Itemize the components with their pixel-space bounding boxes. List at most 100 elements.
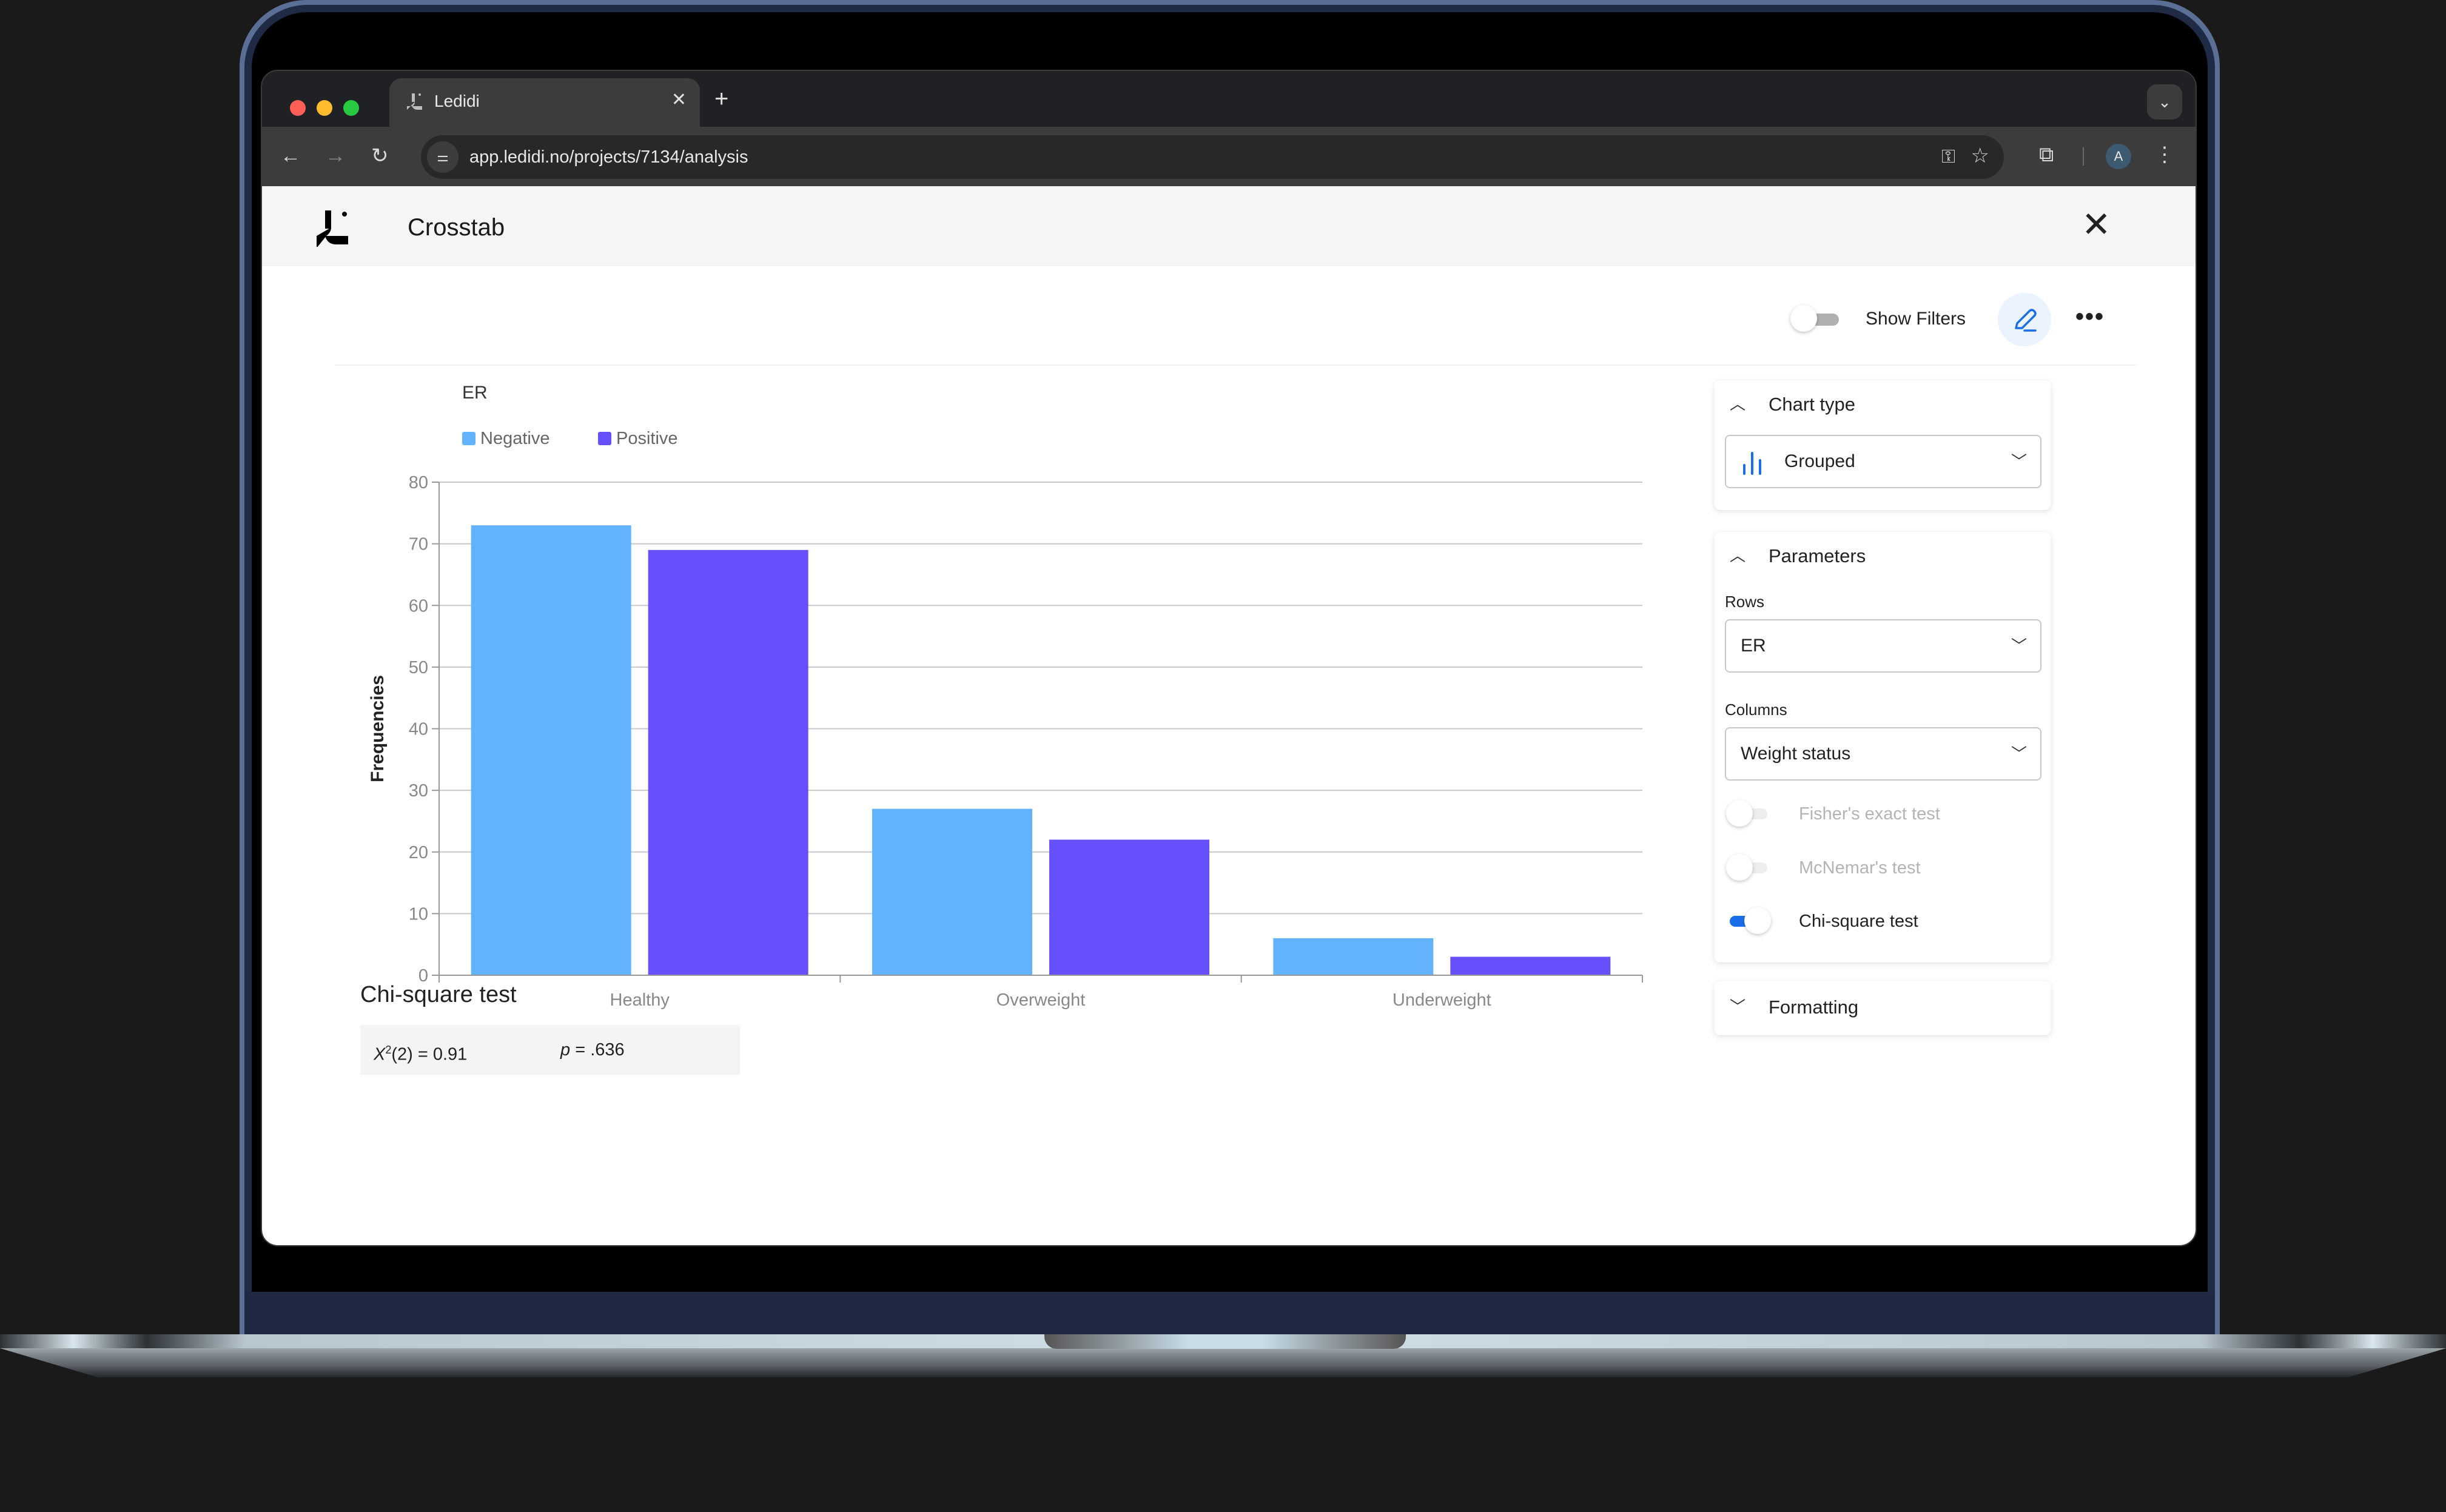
- chevron-down-icon: ﹀: [2011, 637, 2027, 655]
- chevron-up-icon[interactable]: ︿: [1730, 394, 1745, 414]
- browser-tab[interactable]: Ledidi ✕: [389, 78, 700, 127]
- fishers-exact-test-label: Fisher's exact test: [1799, 804, 1940, 824]
- columns-label: Columns: [1725, 701, 1787, 719]
- y-tick-label: 60: [409, 596, 428, 616]
- page-title: Crosstab: [408, 214, 505, 241]
- legend-swatch-positive: [598, 432, 611, 445]
- chi-square-result: X2(2) = 0.91 p = .636: [360, 1025, 740, 1075]
- bars: [471, 525, 1611, 975]
- formatting-title[interactable]: Formatting: [1769, 995, 1858, 1020]
- chi-symbol: X: [374, 1044, 386, 1064]
- p-value: p = .636: [560, 1038, 625, 1061]
- chart-type-select[interactable]: Grouped ﹀: [1725, 435, 2041, 488]
- ledidi-logo-icon: [317, 210, 348, 247]
- legend-label-positive: Positive: [616, 429, 678, 448]
- bar-overweight-positive: [1049, 839, 1209, 975]
- formatting-card[interactable]: ﹀ Formatting: [1714, 981, 2051, 1035]
- edit-button[interactable]: [1998, 293, 2051, 346]
- divider: [335, 365, 2136, 366]
- pencil-icon: [2015, 309, 2037, 332]
- maximize-window-button[interactable]: [343, 100, 359, 116]
- parameters-title[interactable]: Parameters: [1769, 544, 1866, 568]
- menu-icon[interactable]: ⋮: [2154, 141, 2175, 168]
- y-axis-label: Frequencies: [368, 675, 388, 782]
- bar-healthy-negative: [471, 525, 631, 975]
- y-tick-label: 70: [409, 535, 428, 554]
- chevron-down-icon: ﹀: [2011, 745, 2027, 763]
- x-tick-label: Underweight: [1393, 990, 1491, 1010]
- y-tick-label: 40: [409, 720, 428, 739]
- bar-chart-icon: [1743, 452, 1761, 475]
- y-tick-label: 30: [409, 781, 428, 801]
- parameters-card: ︿ Parameters Rows ER ﹀ Columns Weight st…: [1714, 532, 2051, 963]
- legend-title: ER: [462, 383, 488, 403]
- chi-square-value: X2(2) = 0.91: [374, 1038, 467, 1066]
- p-symbol: p: [560, 1040, 571, 1060]
- tab-search-icon[interactable]: ⌄: [2147, 84, 2182, 119]
- toggle-knob: [1790, 305, 1817, 332]
- y-tick-label: 50: [409, 658, 428, 677]
- profile-avatar[interactable]: A: [2106, 144, 2131, 169]
- more-options-icon[interactable]: •••: [2075, 301, 2105, 332]
- app-content: Crosstab ✕ Show Filters ••• ER Negative P…: [262, 186, 2196, 1245]
- show-filters-label: Show Filters: [1866, 309, 1966, 329]
- toggle-knob: [1726, 800, 1753, 827]
- show-filters-toggle[interactable]: [1790, 305, 1841, 333]
- bar-overweight-negative: [872, 808, 1032, 975]
- forward-icon[interactable]: →: [325, 143, 346, 169]
- chart-type-title[interactable]: Chart type: [1769, 392, 1855, 417]
- y-tick-label: 80: [409, 473, 428, 492]
- legend: Negative Positive: [462, 429, 678, 448]
- chi-square-test-label: Chi-square test: [1799, 912, 1918, 931]
- x-tick-label: Healthy: [610, 990, 670, 1010]
- stats-title: Chi-square test: [360, 982, 517, 1007]
- bar-healthy-positive: [648, 549, 808, 975]
- app-header: Crosstab ✕: [262, 186, 2196, 266]
- mcnemars-test-label: McNemar's test: [1799, 858, 1921, 878]
- ledidi-favicon-icon: [407, 93, 422, 110]
- new-tab-icon[interactable]: +: [714, 86, 728, 112]
- rows-select[interactable]: ER ﹀: [1725, 619, 2041, 673]
- star-icon[interactable]: ☆: [1971, 143, 1989, 169]
- site-info-icon[interactable]: ⚌: [427, 141, 459, 173]
- toolbar-divider: [2083, 147, 2084, 166]
- legend-swatch-negative: [462, 432, 475, 445]
- y-tick-label: 20: [409, 843, 428, 862]
- bar-underweight-positive: [1450, 956, 1611, 975]
- columns-value: Weight status: [1741, 744, 1851, 764]
- chevron-up-icon[interactable]: ︿: [1730, 545, 1745, 566]
- address-bar[interactable]: ⚌ app.ledidi.no/projects/7134/analysis ⚿…: [421, 135, 2004, 179]
- mcnemars-test-toggle[interactable]: [1724, 853, 1778, 883]
- y-tick-label: 10: [409, 904, 428, 924]
- legend-label-negative: Negative: [480, 429, 549, 448]
- browser-window: Ledidi ✕ + ⌄ ← → ↻ ⚌ app.ledidi.no/proje…: [261, 70, 2197, 1246]
- columns-select[interactable]: Weight status ﹀: [1725, 727, 2041, 781]
- chi-statistic: (2) = 0.91: [391, 1044, 468, 1064]
- browser-toolbar: ← → ↻ ⚌ app.ledidi.no/projects/7134/anal…: [262, 127, 2196, 186]
- chi-square-test-toggle[interactable]: [1724, 906, 1778, 936]
- close-window-button[interactable]: [290, 100, 306, 116]
- url-text[interactable]: app.ledidi.no/projects/7134/analysis: [469, 145, 748, 169]
- close-icon[interactable]: ✕: [2081, 207, 2111, 243]
- rows-label: Rows: [1725, 593, 1765, 611]
- tab-title: Ledidi: [434, 92, 480, 110]
- reload-icon[interactable]: ↻: [371, 143, 389, 169]
- key-icon[interactable]: ⚿: [1941, 144, 1955, 170]
- minimize-window-button[interactable]: [317, 100, 332, 116]
- laptop-notch: [1044, 1334, 1406, 1349]
- bar-underweight-negative: [1273, 938, 1434, 975]
- tab-close-icon[interactable]: ✕: [671, 89, 687, 111]
- crosstab-chart: ER Negative Positive 01020304050607080 He…: [368, 383, 1643, 1010]
- chevron-down-icon: ﹀: [2011, 452, 2027, 471]
- laptop-base: [0, 1348, 2446, 1377]
- chi-superscript: 2: [385, 1044, 392, 1056]
- y-axis-ticks: 01020304050607080: [409, 473, 439, 986]
- fishers-exact-test-toggle[interactable]: [1724, 799, 1778, 829]
- extensions-icon[interactable]: ⧉: [2039, 141, 2054, 168]
- toggle-knob: [1726, 854, 1753, 881]
- toggle-knob: [1744, 907, 1771, 934]
- back-icon[interactable]: ←: [280, 143, 301, 169]
- chart-type-value: Grouped: [1784, 451, 1855, 471]
- chart-type-card: ︿ Chart type Grouped ﹀: [1714, 380, 2051, 510]
- chevron-down-icon[interactable]: ﹀: [1730, 996, 1745, 1017]
